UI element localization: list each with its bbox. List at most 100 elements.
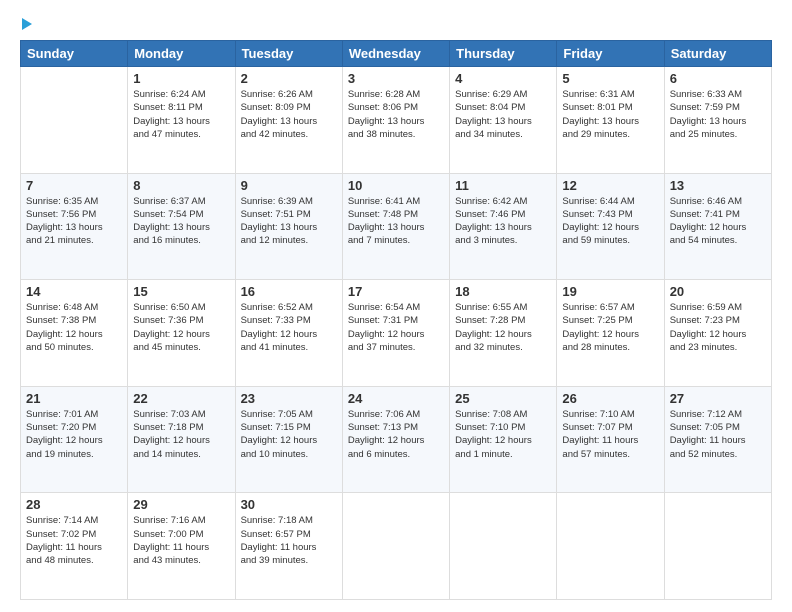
day-number: 24 [348,391,444,406]
calendar-cell [664,493,771,600]
calendar-cell [557,493,664,600]
day-number: 25 [455,391,551,406]
calendar-cell: 20 Sunrise: 6:59 AM Sunset: 7:23 PM Dayli… [664,280,771,387]
day-info: Sunrise: 6:37 AM Sunset: 7:54 PM Dayligh… [133,195,229,248]
day-number: 14 [26,284,122,299]
day-number: 20 [670,284,766,299]
calendar-header-row: SundayMondayTuesdayWednesdayThursdayFrid… [21,41,772,67]
day-info: Sunrise: 7:16 AM Sunset: 7:00 PM Dayligh… [133,514,229,567]
day-number: 13 [670,178,766,193]
day-info: Sunrise: 6:46 AM Sunset: 7:41 PM Dayligh… [670,195,766,248]
calendar-cell [21,67,128,174]
calendar-cell: 16 Sunrise: 6:52 AM Sunset: 7:33 PM Dayli… [235,280,342,387]
calendar-cell: 29 Sunrise: 7:16 AM Sunset: 7:00 PM Dayli… [128,493,235,600]
day-number: 16 [241,284,337,299]
day-number: 10 [348,178,444,193]
calendar-cell: 30 Sunrise: 7:18 AM Sunset: 6:57 PM Dayli… [235,493,342,600]
day-info: Sunrise: 7:01 AM Sunset: 7:20 PM Dayligh… [26,408,122,461]
day-number: 21 [26,391,122,406]
day-number: 4 [455,71,551,86]
calendar-cell: 13 Sunrise: 6:46 AM Sunset: 7:41 PM Dayli… [664,173,771,280]
calendar-cell: 6 Sunrise: 6:33 AM Sunset: 7:59 PM Daylig… [664,67,771,174]
col-header-thursday: Thursday [450,41,557,67]
day-info: Sunrise: 7:06 AM Sunset: 7:13 PM Dayligh… [348,408,444,461]
day-number: 30 [241,497,337,512]
day-number: 7 [26,178,122,193]
day-info: Sunrise: 7:08 AM Sunset: 7:10 PM Dayligh… [455,408,551,461]
day-number: 19 [562,284,658,299]
day-info: Sunrise: 7:03 AM Sunset: 7:18 PM Dayligh… [133,408,229,461]
calendar-cell: 17 Sunrise: 6:54 AM Sunset: 7:31 PM Dayli… [342,280,449,387]
day-info: Sunrise: 7:10 AM Sunset: 7:07 PM Dayligh… [562,408,658,461]
calendar-cell: 10 Sunrise: 6:41 AM Sunset: 7:48 PM Dayli… [342,173,449,280]
day-info: Sunrise: 7:18 AM Sunset: 6:57 PM Dayligh… [241,514,337,567]
calendar-cell: 27 Sunrise: 7:12 AM Sunset: 7:05 PM Dayli… [664,386,771,493]
col-header-tuesday: Tuesday [235,41,342,67]
day-info: Sunrise: 7:05 AM Sunset: 7:15 PM Dayligh… [241,408,337,461]
day-info: Sunrise: 6:55 AM Sunset: 7:28 PM Dayligh… [455,301,551,354]
day-info: Sunrise: 7:12 AM Sunset: 7:05 PM Dayligh… [670,408,766,461]
col-header-monday: Monday [128,41,235,67]
calendar-cell: 3 Sunrise: 6:28 AM Sunset: 8:06 PM Daylig… [342,67,449,174]
calendar-week-1: 1 Sunrise: 6:24 AM Sunset: 8:11 PM Daylig… [21,67,772,174]
day-info: Sunrise: 6:39 AM Sunset: 7:51 PM Dayligh… [241,195,337,248]
calendar-week-2: 7 Sunrise: 6:35 AM Sunset: 7:56 PM Daylig… [21,173,772,280]
col-header-friday: Friday [557,41,664,67]
day-info: Sunrise: 6:29 AM Sunset: 8:04 PM Dayligh… [455,88,551,141]
col-header-wednesday: Wednesday [342,41,449,67]
day-info: Sunrise: 6:48 AM Sunset: 7:38 PM Dayligh… [26,301,122,354]
day-number: 23 [241,391,337,406]
calendar-table: SundayMondayTuesdayWednesdayThursdayFrid… [20,40,772,600]
calendar-cell: 18 Sunrise: 6:55 AM Sunset: 7:28 PM Dayli… [450,280,557,387]
day-info: Sunrise: 6:35 AM Sunset: 7:56 PM Dayligh… [26,195,122,248]
day-info: Sunrise: 6:41 AM Sunset: 7:48 PM Dayligh… [348,195,444,248]
calendar-cell: 9 Sunrise: 6:39 AM Sunset: 7:51 PM Daylig… [235,173,342,280]
day-number: 17 [348,284,444,299]
day-info: Sunrise: 6:33 AM Sunset: 7:59 PM Dayligh… [670,88,766,141]
day-number: 12 [562,178,658,193]
calendar-cell: 11Sunrise: 6:42 AM Sunset: 7:46 PM Dayli… [450,173,557,280]
day-info: Sunrise: 6:28 AM Sunset: 8:06 PM Dayligh… [348,88,444,141]
calendar-cell: 26 Sunrise: 7:10 AM Sunset: 7:07 PM Dayli… [557,386,664,493]
day-number: 1 [133,71,229,86]
logo-triangle-icon [22,18,32,30]
calendar-cell: 2Sunrise: 6:26 AM Sunset: 8:09 PM Daylig… [235,67,342,174]
day-number: 18 [455,284,551,299]
day-number: 3 [348,71,444,86]
col-header-sunday: Sunday [21,41,128,67]
day-info: Sunrise: 6:50 AM Sunset: 7:36 PM Dayligh… [133,301,229,354]
day-number: 2 [241,71,337,86]
calendar-cell: 15Sunrise: 6:50 AM Sunset: 7:36 PM Dayli… [128,280,235,387]
day-number: 11 [455,178,551,193]
day-info: Sunrise: 6:24 AM Sunset: 8:11 PM Dayligh… [133,88,229,141]
calendar-cell: 28 Sunrise: 7:14 AM Sunset: 7:02 PM Dayli… [21,493,128,600]
calendar-cell: 21 Sunrise: 7:01 AM Sunset: 7:20 PM Dayli… [21,386,128,493]
calendar-cell: 12 Sunrise: 6:44 AM Sunset: 7:43 PM Dayli… [557,173,664,280]
day-number: 26 [562,391,658,406]
logo [20,18,100,30]
day-info: Sunrise: 6:52 AM Sunset: 7:33 PM Dayligh… [241,301,337,354]
day-number: 9 [241,178,337,193]
calendar-cell: 14 Sunrise: 6:48 AM Sunset: 7:38 PM Dayli… [21,280,128,387]
calendar-cell: 5 Sunrise: 6:31 AM Sunset: 8:01 PM Daylig… [557,67,664,174]
day-number: 8 [133,178,229,193]
day-info: Sunrise: 6:59 AM Sunset: 7:23 PM Dayligh… [670,301,766,354]
day-number: 29 [133,497,229,512]
day-number: 28 [26,497,122,512]
calendar-cell: 24 Sunrise: 7:06 AM Sunset: 7:13 PM Dayli… [342,386,449,493]
header [20,18,772,30]
calendar-cell: 19 Sunrise: 6:57 AM Sunset: 7:25 PM Dayli… [557,280,664,387]
day-info: Sunrise: 7:14 AM Sunset: 7:02 PM Dayligh… [26,514,122,567]
day-number: 6 [670,71,766,86]
calendar-cell: 7 Sunrise: 6:35 AM Sunset: 7:56 PM Daylig… [21,173,128,280]
day-number: 27 [670,391,766,406]
day-number: 5 [562,71,658,86]
calendar-cell: 23 Sunrise: 7:05 AM Sunset: 7:15 PM Dayli… [235,386,342,493]
calendar-cell: 22Sunrise: 7:03 AM Sunset: 7:18 PM Dayli… [128,386,235,493]
calendar-cell: 1 Sunrise: 6:24 AM Sunset: 8:11 PM Daylig… [128,67,235,174]
day-info: Sunrise: 6:54 AM Sunset: 7:31 PM Dayligh… [348,301,444,354]
calendar-week-5: 28 Sunrise: 7:14 AM Sunset: 7:02 PM Dayli… [21,493,772,600]
day-info: Sunrise: 6:57 AM Sunset: 7:25 PM Dayligh… [562,301,658,354]
day-info: Sunrise: 6:44 AM Sunset: 7:43 PM Dayligh… [562,195,658,248]
day-info: Sunrise: 6:31 AM Sunset: 8:01 PM Dayligh… [562,88,658,141]
